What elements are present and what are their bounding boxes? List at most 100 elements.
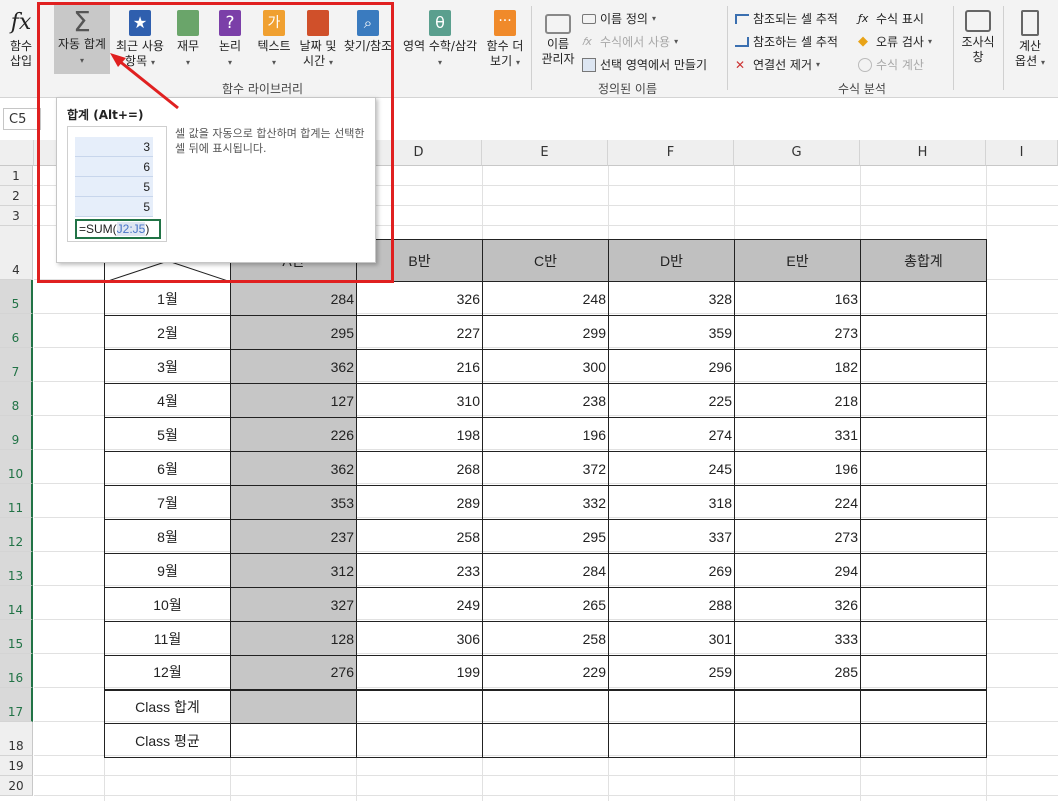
row-header-17[interactable]: 17 xyxy=(0,688,33,722)
value-cell[interactable]: 326 xyxy=(734,587,861,622)
month-cell[interactable]: 4월 xyxy=(104,383,231,418)
more-functions-button[interactable]: ··· 함수 더 보기 ▾ xyxy=(482,10,528,70)
footer-value-cell[interactable] xyxy=(608,689,735,724)
value-cell[interactable]: 333 xyxy=(734,621,861,656)
value-cell[interactable]: 276 xyxy=(230,655,357,690)
value-cell[interactable]: 284 xyxy=(482,553,609,588)
total-cell[interactable] xyxy=(860,451,987,486)
value-cell[interactable]: 331 xyxy=(734,417,861,452)
show-formulas-button[interactable]: ƒx 수식 표시 xyxy=(858,10,924,27)
value-cell[interactable]: 237 xyxy=(230,519,357,554)
month-cell[interactable]: 1월 xyxy=(104,281,231,316)
watch-window-button[interactable]: 조사식 창 xyxy=(958,10,998,65)
month-cell[interactable]: 11월 xyxy=(104,621,231,656)
value-cell[interactable]: 295 xyxy=(230,315,357,350)
value-cell[interactable]: 233 xyxy=(356,553,483,588)
row-header-7[interactable]: 7 xyxy=(0,348,33,382)
value-cell[interactable]: 362 xyxy=(230,349,357,384)
value-cell[interactable]: 245 xyxy=(608,451,735,486)
value-cell[interactable]: 182 xyxy=(734,349,861,384)
value-cell[interactable]: 273 xyxy=(734,315,861,350)
value-cell[interactable]: 306 xyxy=(356,621,483,656)
footer-value-cell[interactable] xyxy=(734,723,861,758)
footer-label-cell[interactable]: Class 평균 xyxy=(104,723,231,758)
value-cell[interactable]: 300 xyxy=(482,349,609,384)
value-cell[interactable]: 362 xyxy=(230,451,357,486)
total-cell[interactable] xyxy=(860,281,987,316)
value-cell[interactable]: 258 xyxy=(356,519,483,554)
value-cell[interactable]: 328 xyxy=(608,281,735,316)
total-cell[interactable] xyxy=(860,485,987,520)
math-functions-button[interactable]: θ 영역 수학/삼각 ▾ xyxy=(398,10,482,70)
row-header-6[interactable]: 6 xyxy=(0,314,33,348)
footer-value-cell[interactable] xyxy=(860,689,987,724)
create-from-selection-button[interactable]: 선택 영역에서 만들기 xyxy=(582,56,707,73)
row-header-5[interactable]: 5 xyxy=(0,280,33,314)
total-cell[interactable] xyxy=(860,655,987,690)
calculation-options-button[interactable]: 계산 옵션 ▾ xyxy=(1008,10,1052,70)
value-cell[interactable]: 327 xyxy=(230,587,357,622)
select-all-corner[interactable] xyxy=(0,140,34,166)
total-cell[interactable] xyxy=(860,417,987,452)
value-cell[interactable]: 196 xyxy=(734,451,861,486)
column-header-E[interactable]: E xyxy=(482,140,608,166)
row-header-8[interactable]: 8 xyxy=(0,382,33,416)
value-cell[interactable]: 310 xyxy=(356,383,483,418)
header-total[interactable]: 총합계 xyxy=(860,239,987,282)
row-header-11[interactable]: 11 xyxy=(0,484,33,518)
value-cell[interactable]: 216 xyxy=(356,349,483,384)
row-header-14[interactable]: 14 xyxy=(0,586,33,620)
total-cell[interactable] xyxy=(860,553,987,588)
row-header-3[interactable]: 3 xyxy=(0,206,33,226)
row-header-18[interactable]: 18 xyxy=(0,722,33,756)
footer-value-cell[interactable] xyxy=(608,723,735,758)
value-cell[interactable]: 285 xyxy=(734,655,861,690)
row-header-20[interactable]: 20 xyxy=(0,776,33,796)
footer-value-cell[interactable] xyxy=(230,689,357,724)
value-cell[interactable]: 265 xyxy=(482,587,609,622)
value-cell[interactable]: 372 xyxy=(482,451,609,486)
value-cell[interactable]: 337 xyxy=(608,519,735,554)
value-cell[interactable]: 238 xyxy=(482,383,609,418)
row-header-9[interactable]: 9 xyxy=(0,416,33,450)
total-cell[interactable] xyxy=(860,519,987,554)
total-cell[interactable] xyxy=(860,383,987,418)
value-cell[interactable]: 258 xyxy=(482,621,609,656)
value-cell[interactable]: 332 xyxy=(482,485,609,520)
footer-value-cell[interactable] xyxy=(230,723,357,758)
column-header-F[interactable]: F xyxy=(608,140,734,166)
total-cell[interactable] xyxy=(860,315,987,350)
value-cell[interactable]: 196 xyxy=(482,417,609,452)
value-cell[interactable]: 198 xyxy=(356,417,483,452)
row-header-10[interactable]: 10 xyxy=(0,450,33,484)
footer-value-cell[interactable] xyxy=(734,689,861,724)
row-header-19[interactable]: 19 xyxy=(0,756,33,776)
value-cell[interactable]: 218 xyxy=(734,383,861,418)
value-cell[interactable]: 353 xyxy=(230,485,357,520)
value-cell[interactable]: 359 xyxy=(608,315,735,350)
value-cell[interactable]: 294 xyxy=(734,553,861,588)
total-cell[interactable] xyxy=(860,587,987,622)
value-cell[interactable]: 127 xyxy=(230,383,357,418)
value-cell[interactable]: 226 xyxy=(230,417,357,452)
row-header-4[interactable]: 4 xyxy=(0,226,33,280)
footer-value-cell[interactable] xyxy=(482,723,609,758)
footer-value-cell[interactable] xyxy=(482,689,609,724)
value-cell[interactable]: 289 xyxy=(356,485,483,520)
value-cell[interactable]: 227 xyxy=(356,315,483,350)
column-header-G[interactable]: G xyxy=(734,140,860,166)
define-name-button[interactable]: 이름 정의 ▾ xyxy=(582,10,656,27)
error-checking-button[interactable]: ◆ 오류 검사 ▾ xyxy=(858,33,932,50)
row-header-1[interactable]: 1 xyxy=(0,166,33,186)
value-cell[interactable]: 274 xyxy=(608,417,735,452)
value-cell[interactable]: 301 xyxy=(608,621,735,656)
insert-function-button[interactable]: fx 함수 삽입 xyxy=(4,10,38,69)
footer-value-cell[interactable] xyxy=(860,723,987,758)
value-cell[interactable]: 199 xyxy=(356,655,483,690)
value-cell[interactable]: 326 xyxy=(356,281,483,316)
month-cell[interactable]: 9월 xyxy=(104,553,231,588)
column-header-I[interactable]: I xyxy=(986,140,1058,166)
trace-dependents-button[interactable]: 참조하는 셀 추적 xyxy=(735,33,838,50)
name-manager-button[interactable]: 이름 관리자 xyxy=(538,10,578,67)
month-cell[interactable]: 10월 xyxy=(104,587,231,622)
